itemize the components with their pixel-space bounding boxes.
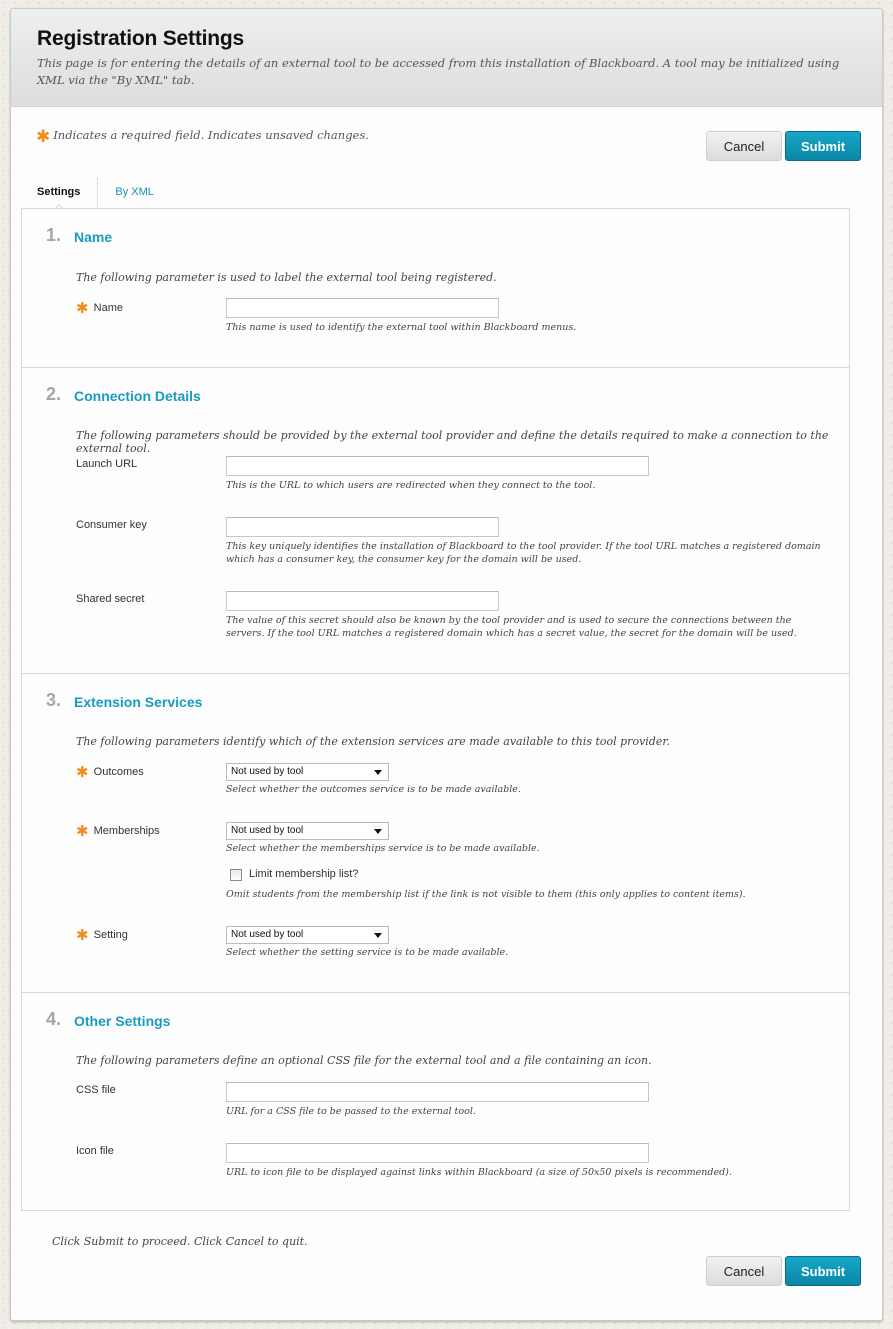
setting-label: ✱ Setting <box>76 926 128 944</box>
required-note-text: Indicates a required field. Indicates un… <box>53 128 369 142</box>
icon-file-hint: URL to icon file to be displayed against… <box>226 1167 732 1178</box>
step-description: The following parameter is used to label… <box>76 271 497 284</box>
css-file-label: CSS file <box>76 1084 116 1096</box>
name-hint: This name is used to identify the extern… <box>226 322 577 333</box>
step-description: The following parameters should be provi… <box>76 429 829 455</box>
step-number: 2. <box>46 384 62 404</box>
required-asterisk-icon: ✱ <box>76 926 89 944</box>
step-connection-details: 2. Connection Details The following para… <box>22 368 849 674</box>
shared-secret-input[interactable] <box>226 591 499 611</box>
outcomes-select[interactable]: Not used by tool <box>226 763 389 781</box>
cancel-button-bottom[interactable]: Cancel <box>706 1256 782 1286</box>
tab-by-xml[interactable]: By XML <box>98 178 171 208</box>
dropdown-arrow-icon <box>374 770 382 775</box>
required-asterisk-icon: ✱ <box>76 299 89 317</box>
launch-url-hint: This is the URL to which users are redir… <box>226 480 596 491</box>
step-title: Other Settings <box>74 1013 171 1029</box>
step-description: The following parameters identify which … <box>76 735 670 748</box>
outcomes-hint: Select whether the outcomes service is t… <box>226 784 521 795</box>
consumer-key-input[interactable] <box>226 517 499 537</box>
required-asterisk-icon: ✱ <box>76 763 89 781</box>
page-title: Registration Settings <box>37 27 244 50</box>
launch-url-label: Launch URL <box>76 458 138 470</box>
css-file-hint: URL for a CSS file to be passed to the e… <box>226 1106 476 1117</box>
footer-instructions: Click Submit to proceed. Click Cancel to… <box>52 1235 308 1248</box>
step-number: 1. <box>46 225 62 245</box>
name-label: ✱ Name <box>76 299 123 317</box>
dropdown-arrow-icon <box>374 829 382 834</box>
tab-settings[interactable]: Settings <box>20 178 97 208</box>
required-field-note: ✱ Indicates a required field. Indicates u… <box>36 127 369 147</box>
outcomes-label: ✱ Outcomes <box>76 763 144 781</box>
limit-membership-hint: Omit students from the membership list i… <box>226 889 746 900</box>
step-extension-services: 3. Extension Services The following para… <box>22 674 849 993</box>
page-header: Registration Settings This page is for e… <box>11 9 882 107</box>
name-input[interactable] <box>226 298 499 318</box>
cancel-button-top[interactable]: Cancel <box>706 131 782 161</box>
icon-file-label: Icon file <box>76 1145 114 1157</box>
css-file-input[interactable] <box>226 1082 649 1102</box>
shared-secret-hint: The value of this secret should also be … <box>226 615 797 639</box>
consumer-key-hint: This key uniquely identifies the install… <box>226 541 821 565</box>
step-name: 1. Name The following parameter is used … <box>22 209 849 368</box>
page-description: This page is for entering the details of… <box>37 56 840 87</box>
step-other-settings: 4. Other Settings The following paramete… <box>22 993 849 1212</box>
consumer-key-label: Consumer key <box>76 519 147 531</box>
memberships-select[interactable]: Not used by tool <box>226 822 389 840</box>
limit-membership-checkbox[interactable] <box>230 869 242 881</box>
tab-bar: Settings By XML <box>20 178 171 208</box>
required-asterisk-icon: ✱ <box>36 127 51 147</box>
limit-membership-label[interactable]: Limit membership list? <box>249 868 358 880</box>
launch-url-input[interactable] <box>226 456 649 476</box>
submit-button-top[interactable]: Submit <box>785 131 861 161</box>
step-number: 3. <box>46 690 62 710</box>
shared-secret-label: Shared secret <box>76 593 145 605</box>
setting-hint: Select whether the setting service is to… <box>226 947 509 958</box>
setting-select[interactable]: Not used by tool <box>226 926 389 944</box>
step-title: Name <box>74 229 113 245</box>
step-title: Extension Services <box>74 694 203 710</box>
step-description: The following parameters define an optio… <box>76 1054 652 1067</box>
settings-form: 1. Name The following parameter is used … <box>21 208 850 1211</box>
icon-file-input[interactable] <box>226 1143 649 1163</box>
memberships-label: ✱ Memberships <box>76 822 160 840</box>
dropdown-arrow-icon <box>374 933 382 938</box>
submit-button-bottom[interactable]: Submit <box>785 1256 861 1286</box>
required-asterisk-icon: ✱ <box>76 822 89 840</box>
step-number: 4. <box>46 1009 62 1029</box>
step-title: Connection Details <box>74 388 201 404</box>
memberships-hint: Select whether the memberships service i… <box>226 843 540 854</box>
